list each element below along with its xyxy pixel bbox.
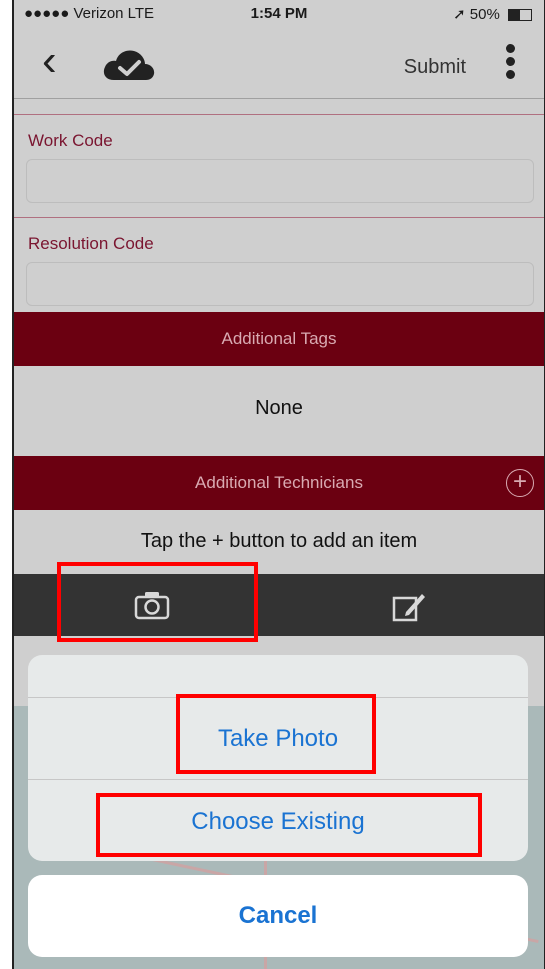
choose-existing-button[interactable]: Choose Existing: [28, 808, 528, 836]
work-order-form: Work Code Resolution Code: [14, 98, 544, 306]
additional-tags-header: Additional Tags: [14, 312, 544, 366]
battery-label: ➚ 50%: [453, 6, 500, 23]
cancel-button[interactable]: Cancel: [28, 875, 528, 957]
battery-icon: [508, 9, 532, 22]
take-photo-button[interactable]: Take Photo: [28, 725, 528, 753]
resolution-code-label: Resolution Code: [28, 234, 154, 253]
add-technician-icon[interactable]: +: [506, 469, 534, 497]
navigation-bar: ‹ Submit: [14, 26, 544, 99]
work-code-label: Work Code: [28, 131, 113, 150]
work-code-field[interactable]: [26, 159, 534, 203]
attachment-toolbar: [14, 574, 544, 636]
battery-indicator: ➚ 50%: [453, 5, 532, 23]
additional-tags-value: None: [255, 397, 303, 419]
additional-technicians-title: Additional Technicians: [195, 473, 363, 492]
back-chevron-icon[interactable]: ‹: [42, 39, 57, 83]
sheet-divider: [28, 779, 528, 780]
additional-technicians-header: Additional Technicians +: [14, 456, 544, 510]
cloud-check-icon[interactable]: [102, 48, 156, 82]
camera-icon[interactable]: [134, 590, 170, 620]
phone-screen: ●●●●● Verizon LTE 1:54 PM ➚ 50% ‹ Submit…: [12, 0, 545, 969]
submit-button[interactable]: Submit: [404, 56, 466, 79]
add-item-hint: Tap the + button to add an item: [140, 530, 418, 552]
more-options-icon[interactable]: [506, 44, 516, 83]
resolution-code-field[interactable]: [26, 262, 534, 306]
photo-action-sheet: Take Photo Choose Existing: [28, 655, 528, 861]
status-bar: ●●●●● Verizon LTE 1:54 PM ➚ 50%: [14, 0, 544, 26]
action-sheet-header: [28, 655, 528, 698]
edit-note-icon[interactable]: [392, 590, 428, 622]
